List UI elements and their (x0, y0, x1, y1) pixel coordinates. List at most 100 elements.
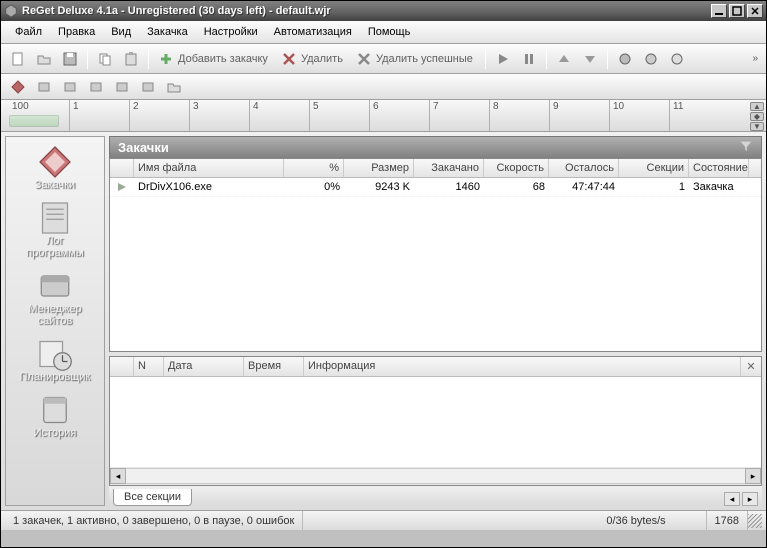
content-column: Закачки Имя файла % Размер Закачано Скор… (109, 136, 762, 506)
sidebar-item-scheduler[interactable]: Планировщик (6, 337, 104, 383)
minimize-button[interactable] (711, 4, 727, 18)
start-button[interactable] (491, 48, 515, 70)
category-5-icon[interactable] (136, 77, 160, 97)
ruler-up-icon[interactable]: ▲ (750, 102, 764, 111)
category-all-icon[interactable] (6, 77, 30, 97)
disk-1-button[interactable] (613, 48, 637, 70)
sidebar-item-label: Планировщик (20, 371, 91, 383)
col-percent[interactable]: % (284, 159, 344, 177)
menu-edit[interactable]: Правка (50, 24, 103, 40)
log-col-n[interactable]: N (134, 357, 164, 376)
sidebar-item-history[interactable]: История (6, 393, 104, 439)
paste-button[interactable] (119, 48, 143, 70)
delete-button[interactable]: Удалить (277, 48, 350, 70)
close-button[interactable] (747, 4, 763, 18)
delete-completed-button[interactable]: Удалить успешные (352, 48, 480, 70)
log-scrollbar[interactable]: ◂ ▸ (110, 467, 761, 485)
col-size[interactable]: Размер (344, 159, 414, 177)
col-icon[interactable] (110, 159, 134, 177)
log-column-headers: N Дата Время Информация ✕ (110, 357, 761, 377)
ruler-tick: 11 (669, 100, 729, 131)
category-2-icon[interactable] (58, 77, 82, 97)
cell-state: Закачка (689, 178, 749, 196)
scroll-right-icon[interactable]: ▸ (745, 468, 761, 484)
ruler-tick: 1 (69, 100, 129, 131)
delete-label: Удалить (301, 53, 343, 65)
log-col-time[interactable]: Время (244, 357, 304, 376)
col-speed[interactable]: Скорость (484, 159, 549, 177)
col-downloaded[interactable]: Закачано (414, 159, 484, 177)
sidebar-item-sites[interactable]: Менеджер сайтов (6, 269, 104, 327)
section-tabs: Все секции ◂ ▸ (109, 486, 762, 506)
copy-button[interactable] (93, 48, 117, 70)
status-total: 1768 (707, 511, 748, 530)
category-6-icon[interactable] (162, 77, 186, 97)
download-row[interactable]: DrDivX106.exe 0% 9243 K 1460 68 47:47:44… (110, 178, 761, 197)
col-remaining[interactable]: Осталось (549, 159, 619, 177)
log-icon (35, 201, 75, 235)
open-button[interactable] (32, 48, 56, 70)
add-download-button[interactable]: Добавить закачку (154, 48, 275, 70)
ruler-tick: 3 (189, 100, 249, 131)
col-sections[interactable]: Секции (619, 159, 689, 177)
category-4-icon[interactable] (110, 77, 134, 97)
disk-3-button[interactable] (665, 48, 689, 70)
disk-2-button[interactable] (639, 48, 663, 70)
new-button[interactable] (6, 48, 30, 70)
ruler-tick: 10 (609, 100, 669, 131)
move-up-button[interactable] (552, 48, 576, 70)
filter-icon[interactable] (739, 139, 753, 156)
menu-settings[interactable]: Настройки (196, 24, 266, 40)
status-summary: 1 закачек, 1 активно, 0 завершено, 0 в п… (5, 511, 303, 530)
maximize-button[interactable] (729, 4, 745, 18)
main-area: Закачки Лог программы Менеджер сайтов Пл… (1, 132, 766, 510)
delete-completed-label: Удалить успешные (376, 53, 473, 65)
tab-prev-icon[interactable]: ◂ (724, 492, 740, 506)
menu-help[interactable]: Помощь (360, 24, 419, 40)
col-state[interactable]: Состояние (689, 159, 749, 177)
panel-header: Закачки (109, 136, 762, 158)
menu-download[interactable]: Закачка (139, 24, 196, 40)
ruler-mid-icon[interactable]: ◆ (750, 112, 764, 121)
scroll-left-icon[interactable]: ◂ (110, 468, 126, 484)
ruler-tick: 6 (369, 100, 429, 131)
log-body (110, 377, 761, 467)
ruler-progress-marker (9, 115, 59, 127)
pause-button[interactable] (517, 48, 541, 70)
history-icon (35, 393, 75, 427)
toolbar-overflow-icon[interactable]: » (748, 53, 762, 64)
cell-sections: 1 (619, 178, 689, 196)
menu-auto[interactable]: Автоматизация (266, 24, 360, 40)
statusbar: 1 закачек, 1 активно, 0 завершено, 0 в п… (1, 510, 766, 530)
ruler-tick: 5 (309, 100, 369, 131)
sidebar-item-label: Лог программы (26, 235, 83, 259)
log-col-icon[interactable] (110, 357, 134, 376)
sidebar: Закачки Лог программы Менеджер сайтов Пл… (5, 136, 105, 506)
filter-toolbar (1, 74, 766, 100)
ruler-down-icon[interactable]: ▼ (750, 122, 764, 131)
tab-all-sections[interactable]: Все секции (113, 489, 192, 506)
download-list: Имя файла % Размер Закачано Скорость Ост… (109, 158, 762, 352)
downloads-icon (35, 145, 75, 179)
scheduler-icon (35, 337, 75, 371)
row-status-icon (110, 178, 134, 196)
progress-ruler: 100 1 2 3 4 5 6 7 8 9 10 11 ▲ ◆ ▼ (1, 100, 766, 132)
sidebar-item-downloads[interactable]: Закачки (6, 145, 104, 191)
cell-remaining: 47:47:44 (549, 178, 619, 196)
category-1-icon[interactable] (32, 77, 56, 97)
log-close-icon[interactable]: ✕ (741, 357, 761, 376)
sidebar-item-log[interactable]: Лог программы (6, 201, 104, 259)
tab-next-icon[interactable]: ▸ (742, 492, 758, 506)
resize-grip-icon[interactable] (748, 514, 762, 528)
panel-title: Закачки (118, 140, 169, 155)
menu-file[interactable]: Файл (7, 24, 50, 40)
save-button[interactable] (58, 48, 82, 70)
log-col-info[interactable]: Информация (304, 357, 741, 376)
cell-downloaded: 1460 (414, 178, 484, 196)
category-3-icon[interactable] (84, 77, 108, 97)
log-col-date[interactable]: Дата (164, 357, 244, 376)
scroll-track[interactable] (126, 468, 745, 484)
menu-view[interactable]: Вид (103, 24, 139, 40)
col-filename[interactable]: Имя файла (134, 159, 284, 177)
move-down-button[interactable] (578, 48, 602, 70)
